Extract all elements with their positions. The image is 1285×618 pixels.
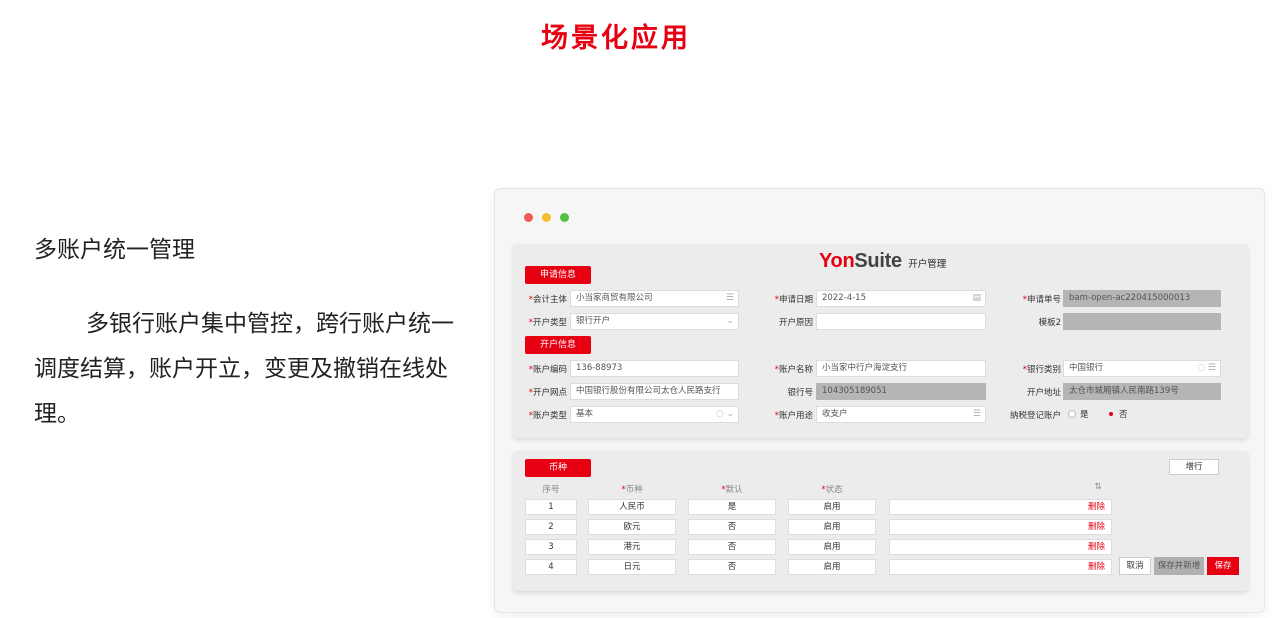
account-code-label: *账户编码 <box>528 365 567 375</box>
currency-panel: 币种 增行 序号 *币种 *默认 *状态 ⇅ 1 人民币 是 启用 删除 2 欧… <box>513 451 1248 591</box>
address-field: 太仓市城厢镇人民南路139号 <box>1063 383 1221 400</box>
sort-icon[interactable]: ⇅ <box>1088 482 1108 492</box>
delete-row-link[interactable]: 删除 <box>1088 560 1105 574</box>
bank-category-label: *银行类别 <box>1022 365 1061 375</box>
window-close-dot[interactable] <box>524 213 533 222</box>
table-cell-currency[interactable]: 人民币 <box>588 499 676 515</box>
yonsuite-logo: YonSuite <box>819 250 902 272</box>
list-icon: ◌ ☰ <box>1197 363 1216 373</box>
header-status: *状态 <box>821 485 843 495</box>
list-icon: ☰ <box>972 409 981 419</box>
add-row-button[interactable]: 增行 <box>1169 459 1219 475</box>
list-icon: ☰ <box>725 293 734 303</box>
table-cell-currency[interactable]: 日元 <box>588 559 676 575</box>
template-label: 模板2 <box>1038 318 1061 328</box>
radio-unchecked-icon <box>1068 410 1076 418</box>
table-cell-seq: 3 <box>525 539 577 555</box>
apply-date-field[interactable]: 2022-4-15 ▤ <box>816 290 986 307</box>
template-field <box>1063 313 1221 330</box>
entity-field[interactable]: 小当家商贸有限公司 ☰ <box>570 290 739 307</box>
account-type-label: *账户类型 <box>528 411 567 421</box>
window-maximize-dot[interactable] <box>560 213 569 222</box>
radio-checked-icon <box>1107 410 1115 418</box>
table-cell-default[interactable]: 否 <box>688 519 776 535</box>
save-and-new-button[interactable]: 保存并新增 <box>1154 557 1204 575</box>
account-form-panel: YonSuite 开户管理 申请信息 *会计主体 小当家商贸有限公司 ☰ *申请日… <box>513 244 1248 438</box>
brand: YonSuite 开户管理 <box>819 250 946 273</box>
table-cell-seq: 1 <box>525 499 577 515</box>
app-window: YonSuite 开户管理 申请信息 *会计主体 小当家商贸有限公司 ☰ *申请日… <box>494 188 1265 613</box>
branch-field[interactable]: 中国银行股份有限公司太仓人民路支行 <box>570 383 739 400</box>
apply-date-label: *申请日期 <box>774 295 813 305</box>
account-code-field[interactable]: 136-88973 <box>570 360 739 377</box>
bank-number-label: 银行号 <box>787 388 813 398</box>
save-button[interactable]: 保存 <box>1207 557 1239 575</box>
header-default: *默认 <box>721 485 743 495</box>
module-title: 开户管理 <box>908 259 947 270</box>
account-name-field[interactable]: 小当家中行户海淀支行 <box>816 360 986 377</box>
bank-number-field: 104305189051 <box>816 383 986 400</box>
table-cell-status[interactable]: 启用 <box>788 519 876 535</box>
cancel-button[interactable]: 取消 <box>1119 557 1151 575</box>
address-label: 开户地址 <box>1026 388 1061 398</box>
table-cell-action: 删除 <box>889 499 1112 515</box>
table-cell-default[interactable]: 否 <box>688 539 776 555</box>
table-cell-status[interactable]: 启用 <box>788 499 876 515</box>
open-type-label: *开户类型 <box>528 318 567 328</box>
section-currency[interactable]: 币种 <box>525 459 591 477</box>
header-seq: 序号 <box>542 485 560 495</box>
tax-yes-radio[interactable]: 是 <box>1068 408 1089 420</box>
table-cell-currency[interactable]: 港元 <box>588 539 676 555</box>
bank-category-field[interactable]: 中国银行 ◌ ☰ <box>1063 360 1221 377</box>
section-apply-info[interactable]: 申请信息 <box>525 266 591 284</box>
table-cell-currency[interactable]: 欧元 <box>588 519 676 535</box>
window-minimize-dot[interactable] <box>542 213 551 222</box>
page-title: 场景化应用 <box>541 23 691 54</box>
table-cell-seq: 4 <box>525 559 577 575</box>
entity-label: *会计主体 <box>528 295 567 305</box>
account-name-label: *账户名称 <box>774 365 813 375</box>
feature-heading: 多账户统一管理 <box>34 237 195 263</box>
table-cell-status[interactable]: 启用 <box>788 559 876 575</box>
feature-description: 多银行账户集中管控，跨行账户统一调度结算，账户开立，变更及撤销在线处理。 <box>34 311 454 427</box>
table-cell-status[interactable]: 启用 <box>788 539 876 555</box>
tax-account-label: 纳税登记账户 <box>1009 411 1061 421</box>
branch-label: *开户网点 <box>528 388 567 398</box>
table-cell-seq: 2 <box>525 519 577 535</box>
chevron-down-icon: ⌄ <box>726 316 734 326</box>
tax-no-radio[interactable]: 否 <box>1107 408 1128 420</box>
account-usage-field[interactable]: 收支户 ☰ <box>816 406 986 423</box>
calendar-icon: ▤ <box>972 293 981 303</box>
apply-number-label: *申请单号 <box>1022 295 1061 305</box>
table-cell-default[interactable]: 否 <box>688 559 776 575</box>
table-cell-action: 删除 <box>889 539 1112 555</box>
table-cell-action: 删除 <box>889 519 1112 535</box>
open-reason-label: 开户原因 <box>778 318 813 328</box>
chevron-down-icon: ◌ ⌄ <box>715 409 734 419</box>
account-type-select[interactable]: 基本 ◌ ⌄ <box>570 406 739 423</box>
account-usage-label: *账户用途 <box>774 411 813 421</box>
apply-number-field: bam-open-ac220415000013 <box>1063 290 1221 307</box>
header-currency: *币种 <box>621 485 643 495</box>
open-type-select[interactable]: 银行开户 ⌄ <box>570 313 739 330</box>
table-cell-default[interactable]: 是 <box>688 499 776 515</box>
section-account-info[interactable]: 开户信息 <box>525 336 591 354</box>
delete-row-link[interactable]: 删除 <box>1088 520 1105 534</box>
delete-row-link[interactable]: 删除 <box>1088 500 1105 514</box>
open-reason-field[interactable] <box>816 313 986 330</box>
delete-row-link[interactable]: 删除 <box>1088 540 1105 554</box>
table-cell-action: 删除 <box>889 559 1112 575</box>
